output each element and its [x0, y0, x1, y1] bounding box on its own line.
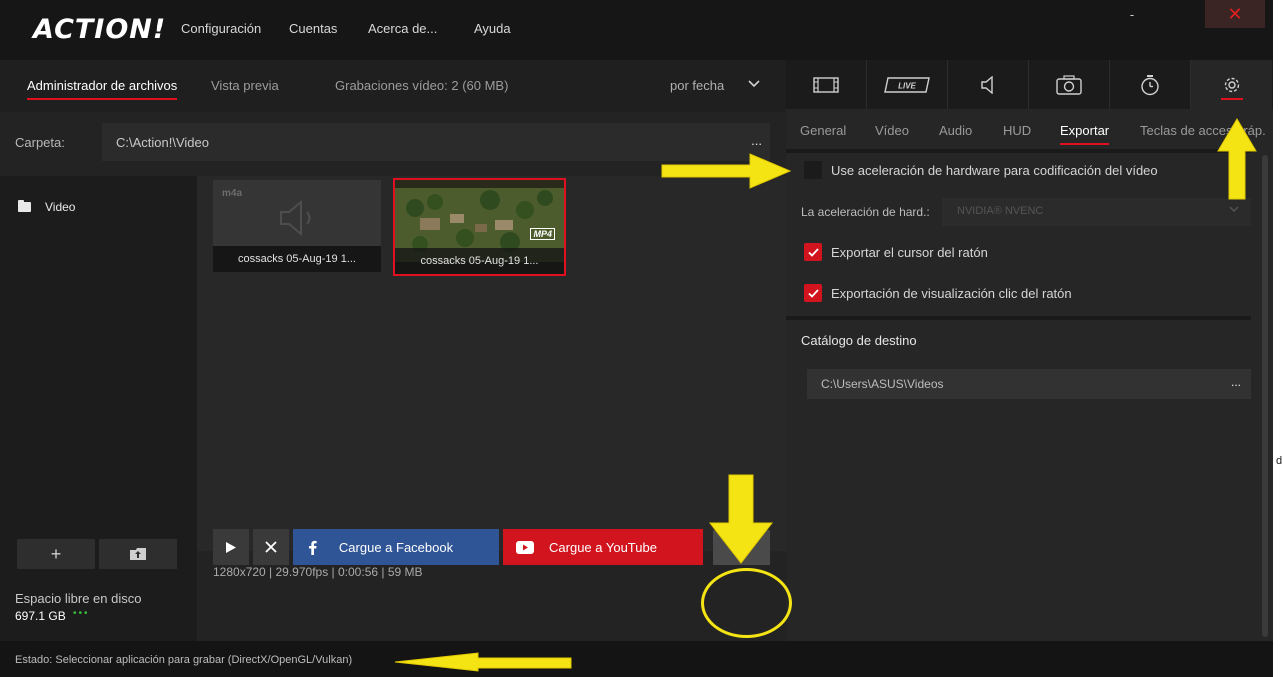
open-folder-button[interactable] — [99, 539, 177, 569]
speaker-icon — [981, 75, 993, 94]
app-logo: ACTION! — [33, 14, 167, 45]
close-button[interactable]: ✕ — [1205, 0, 1265, 28]
status-bar: Estado: Seleccionar aplicación para grab… — [0, 641, 1283, 677]
disk-space-value: 697.1 GB — [15, 609, 66, 623]
live-label: LIVE — [898, 81, 916, 90]
browse-button[interactable]: ... — [751, 133, 762, 148]
folder-path: C:\Action!\Video — [116, 135, 209, 150]
file-manager-tabs: Administrador de archivos Vista previa G… — [0, 60, 786, 112]
tab-live[interactable]: LIVE — [867, 60, 948, 109]
sort-dropdown[interactable]: por fecha — [670, 78, 724, 93]
dest-path: C:\Users\ASUS\Videos — [821, 377, 944, 391]
hw-accel-select-label: La aceleración de hard.: — [801, 205, 930, 219]
delete-button[interactable] — [253, 529, 289, 565]
browse-button[interactable]: ... — [1231, 375, 1241, 389]
hw-accel-select-value: NVIDIA® NVENC — [957, 205, 1044, 217]
menu-ayuda[interactable]: Ayuda — [474, 21, 511, 36]
plus-icon: + — [50, 543, 62, 564]
youtube-button-label: Cargue a YouTube — [549, 539, 657, 555]
upload-youtube-button[interactable]: Cargue a YouTube — [503, 529, 703, 565]
subtab-audio[interactable]: Audio — [939, 123, 972, 138]
export-click-checkbox[interactable] — [804, 284, 822, 302]
camera-icon — [1056, 74, 1082, 95]
annotation-arrow-up — [1217, 118, 1257, 200]
tab-settings[interactable] — [1191, 60, 1272, 109]
folder-upload-icon — [130, 548, 146, 560]
tab-file-manager[interactable]: Administrador de archivos — [27, 78, 178, 100]
recordings-grid: m4a cossacks 05-Aug-19 1... MP4 cossacks… — [197, 176, 786, 551]
chevron-down-icon — [1229, 204, 1239, 216]
file-info: 1280x720 | 29.970fps | 0:00:56 | 59 MB — [213, 565, 423, 579]
tab-screenshot[interactable] — [1029, 60, 1110, 109]
folder-label: Carpeta: — [15, 135, 65, 150]
divider — [786, 316, 1251, 320]
annotation-arrow-left — [394, 652, 572, 672]
title-bar: ACTION! Configuración Cuentas Acerca de.… — [0, 0, 1283, 60]
close-icon: ✕ — [1227, 3, 1243, 24]
facebook-button-label: Cargue a Facebook — [338, 539, 454, 555]
disk-status-dots: ••• — [73, 608, 90, 619]
recording-thumb-video[interactable]: MP4 cossacks 05-Aug-19 1... — [393, 178, 566, 276]
facebook-icon — [309, 540, 317, 555]
recording-thumb-audio[interactable]: m4a cossacks 05-Aug-19 1... — [213, 180, 381, 272]
checkmark-icon — [807, 247, 819, 257]
export-cursor-checkbox[interactable] — [804, 243, 822, 261]
export-click-setting[interactable]: Exportación de visualización clic del ra… — [804, 284, 1072, 302]
dest-path-field[interactable]: C:\Users\ASUS\Videos ... — [807, 369, 1251, 399]
desktop-edge-text: d — [1276, 455, 1283, 467]
format-badge: m4a — [222, 188, 243, 199]
chevron-down-icon[interactable] — [748, 76, 760, 91]
speaker-icon — [280, 199, 311, 237]
gear-icon — [1224, 77, 1239, 92]
annotation-arrow-down — [708, 474, 774, 564]
hw-accel-label: Use aceleración de hardware para codific… — [831, 162, 1158, 178]
hw-accel-setting[interactable]: Use aceleración de hardware para codific… — [804, 161, 1158, 179]
tab-preview[interactable]: Vista previa — [211, 78, 279, 93]
subtab-video[interactable]: Vídeo — [875, 123, 909, 138]
live-icon: LIVE — [884, 76, 930, 93]
divider — [786, 149, 1251, 153]
sidebar-item-video[interactable]: Video — [18, 200, 75, 214]
checkmark-icon — [807, 288, 819, 298]
export-cursor-label: Exportar el cursor del ratón — [831, 244, 988, 260]
sidebar-item-label: Video — [45, 200, 76, 214]
menu-cuentas[interactable]: Cuentas — [289, 21, 337, 36]
subtab-general[interactable]: General — [800, 123, 846, 138]
hw-accel-select[interactable]: NVIDIA® NVENC — [942, 198, 1251, 226]
thumb-caption: cossacks 05-Aug-19 1... — [213, 246, 381, 272]
menu-acerca[interactable]: Acerca de... — [368, 21, 437, 36]
settings-pane: LIVE General Vídeo Audio HUD Exportar Te… — [786, 60, 1273, 641]
thumb-caption: cossacks 05-Aug-19 1... — [395, 248, 564, 274]
dest-catalog-title: Catálogo de destino — [801, 333, 917, 348]
minimize-button[interactable]: - — [1117, 0, 1147, 28]
export-click-label: Exportación de visualización clic del ra… — [831, 285, 1072, 301]
close-icon — [265, 541, 277, 553]
annotation-arrow-right — [661, 153, 792, 189]
tab-audio[interactable] — [948, 60, 1029, 109]
upload-facebook-button[interactable]: Cargue a Facebook — [293, 529, 499, 565]
subtab-export[interactable]: Exportar — [1060, 123, 1110, 145]
settings-icon-bar: LIVE — [786, 60, 1273, 109]
tab-timer[interactable] — [1110, 60, 1191, 109]
annotation-circle — [701, 568, 792, 638]
desktop-edge — [1273, 0, 1283, 677]
folder-icon — [18, 200, 31, 212]
settings-scrollbar[interactable] — [1262, 155, 1268, 637]
play-icon — [226, 541, 236, 553]
menu-configuracion[interactable]: Configuración — [181, 21, 261, 36]
add-folder-button[interactable]: + — [17, 539, 95, 569]
subtab-hud[interactable]: HUD — [1003, 123, 1031, 138]
folder-sidebar: Video + Espacio libre en disco 697.1 GB … — [0, 176, 197, 641]
export-cursor-setting[interactable]: Exportar el cursor del ratón — [804, 243, 988, 261]
tab-video-recording[interactable] — [786, 60, 867, 109]
disk-space-label: Espacio libre en disco — [15, 591, 142, 606]
play-button[interactable] — [213, 529, 249, 565]
recordings-count: Grabaciones vídeo: 2 (60 MB) — [335, 78, 509, 93]
timer-icon — [1141, 74, 1159, 95]
film-icon — [813, 76, 839, 93]
status-text: Estado: Seleccionar aplicación para grab… — [15, 654, 353, 666]
hw-accel-checkbox[interactable] — [804, 161, 822, 179]
format-badge: MP4 — [530, 228, 555, 240]
youtube-icon — [516, 541, 534, 554]
